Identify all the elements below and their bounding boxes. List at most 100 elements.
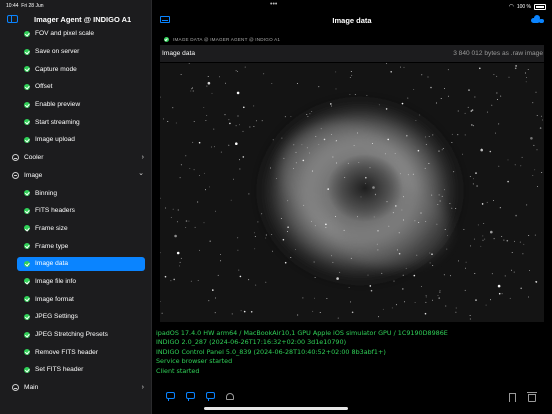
sidebar-item-set-fits-header[interactable]: Set FITS header — [0, 361, 152, 379]
star — [295, 151, 297, 153]
star — [203, 172, 205, 174]
star — [365, 176, 367, 179]
star — [160, 96, 161, 98]
sidebar-item-save-on-server[interactable]: Save on server — [0, 43, 152, 61]
star — [443, 274, 445, 276]
sidebar-item-image-format[interactable]: Image format — [0, 290, 152, 308]
sidebar-item-start-streaming[interactable]: Start streaming — [0, 113, 152, 131]
message-icon[interactable] — [166, 392, 175, 401]
star — [514, 164, 516, 166]
image-preview[interactable] — [160, 63, 544, 322]
star — [484, 238, 486, 240]
star — [283, 157, 285, 159]
star — [421, 74, 423, 76]
home-indicator — [204, 407, 348, 410]
star — [176, 221, 178, 223]
sidebar-item-capture-mode[interactable]: Capture mode — [0, 60, 152, 78]
star — [174, 234, 177, 238]
star — [213, 128, 215, 130]
star — [313, 261, 315, 263]
star — [449, 275, 451, 277]
sidebar-item-fov-and-pixel-scale[interactable]: FOV and pixel scale — [0, 25, 152, 43]
star — [243, 106, 245, 109]
status-ok-icon — [24, 366, 30, 373]
star — [265, 281, 267, 283]
cloud-connect-icon[interactable] — [531, 15, 544, 23]
sidebar-item-binning[interactable]: Binning — [0, 184, 152, 202]
sidebar-item-frame-size[interactable]: Frame size — [0, 220, 152, 238]
trash-icon[interactable] — [527, 392, 537, 402]
star — [482, 235, 484, 237]
sidebar-toggle-icon[interactable] — [7, 15, 18, 23]
star — [220, 151, 222, 153]
sidebar-item-label: Image upload — [35, 136, 75, 144]
star — [388, 225, 390, 227]
star — [381, 272, 383, 274]
star — [432, 265, 434, 266]
sidebar-item-fits-headers[interactable]: FITS headers — [0, 202, 152, 220]
star — [235, 70, 237, 72]
group-minus-icon — [12, 171, 19, 179]
sidebar-item-frame-type[interactable]: Frame type — [0, 237, 152, 255]
star — [297, 314, 299, 316]
sidebar-item-main[interactable]: Main › — [0, 379, 152, 397]
star — [197, 280, 199, 282]
star — [398, 232, 400, 234]
sidebar-item-remove-fits-header[interactable]: Remove FITS header — [0, 343, 152, 361]
sidebar-item-image-file-info[interactable]: Image file info — [0, 273, 152, 291]
message-add-icon[interactable] — [206, 392, 215, 401]
sidebar-item-enable-preview[interactable]: Enable preview — [0, 96, 152, 114]
star — [431, 253, 433, 255]
image-label: Image data — [162, 50, 195, 57]
star — [414, 301, 416, 303]
star — [500, 95, 502, 97]
nebula-image[interactable] — [160, 63, 544, 322]
page-title: Image data — [332, 16, 372, 25]
star — [535, 281, 537, 283]
star — [446, 248, 448, 250]
star — [479, 67, 481, 70]
sidebar-item-image-data[interactable]: Image data — [0, 255, 152, 273]
star — [470, 110, 473, 112]
bell-icon[interactable] — [226, 393, 234, 400]
star — [197, 201, 199, 203]
star — [536, 149, 538, 151]
star — [402, 288, 404, 290]
star — [513, 271, 515, 273]
bookmark-icon[interactable] — [509, 393, 516, 402]
star — [244, 66, 246, 68]
star — [190, 88, 192, 90]
sidebar-item-label: Enable preview — [35, 101, 81, 109]
star — [242, 156, 245, 158]
star — [208, 186, 210, 188]
star — [358, 161, 360, 163]
sidebar-item-label: Capture mode — [35, 65, 77, 73]
star — [253, 232, 255, 234]
star — [474, 96, 476, 98]
message-list-icon[interactable] — [186, 392, 195, 401]
sidebar-item-jpeg-stretching-presets[interactable]: JPEG Stretching Presets — [0, 326, 152, 344]
sidebar-item-cooler[interactable]: Cooler › — [0, 149, 152, 167]
star — [402, 219, 404, 221]
sidebar-item-image-upload[interactable]: Image upload — [0, 131, 152, 149]
star — [206, 85, 208, 87]
sidebar-item-offset[interactable]: Offset — [0, 78, 152, 96]
star — [447, 69, 449, 71]
star — [302, 297, 304, 299]
star — [265, 237, 267, 239]
multitask-dots-icon[interactable]: ••• — [270, 1, 277, 8]
star — [398, 252, 401, 255]
star — [483, 222, 485, 224]
sidebar-item-jpeg-settings[interactable]: JPEG Settings — [0, 308, 152, 326]
star — [239, 275, 242, 278]
star — [190, 280, 192, 282]
star — [349, 77, 351, 78]
star — [405, 267, 407, 269]
star — [188, 220, 190, 222]
star — [514, 67, 517, 70]
star — [535, 91, 537, 93]
star — [282, 238, 285, 241]
star — [280, 218, 282, 219]
sidebar-item-image[interactable]: Image ⌄ — [0, 167, 152, 185]
star — [199, 249, 201, 251]
